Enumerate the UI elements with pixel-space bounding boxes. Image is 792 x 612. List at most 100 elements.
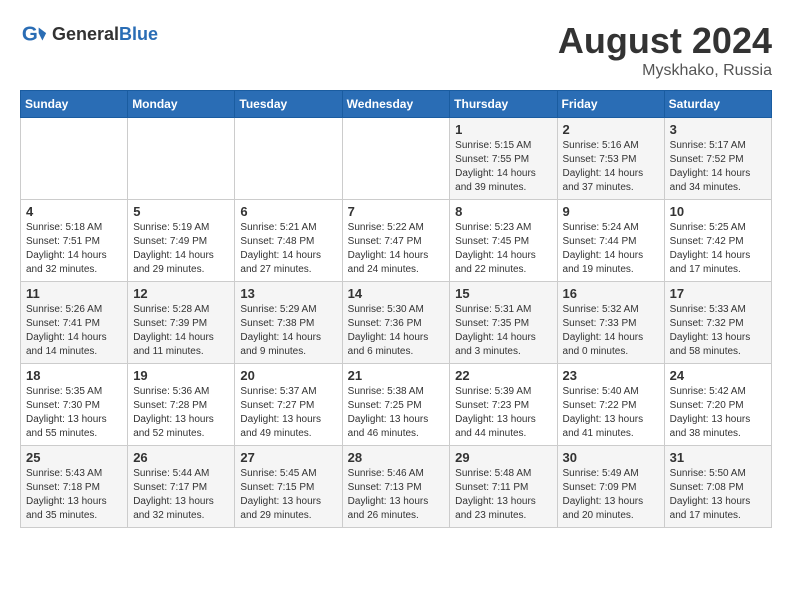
- calendar-cell: [235, 118, 342, 200]
- logo-text-blue: Blue: [119, 24, 158, 44]
- calendar-week-3: 11 Sunrise: 5:26 AM Sunset: 7:41 PM Dayli…: [21, 282, 772, 364]
- day-info: Sunrise: 5:43 AM Sunset: 7:18 PM Dayligh…: [26, 467, 122, 523]
- calendar-cell: 24 Sunrise: 5:42 AM Sunset: 7:20 PM Dayli…: [664, 364, 771, 446]
- calendar-cell: [21, 118, 128, 200]
- calendar-cell: 27Sunrise: 5:45 AM Sunset: 7:15 PM Dayli…: [235, 446, 342, 528]
- calendar-cell: 31 Sunrise: 5:50 AM Sunset: 7:08 PM Dayli…: [664, 446, 771, 528]
- day-info: Sunrise: 5:36 AM Sunset: 7:28 PM Dayligh…: [133, 385, 229, 441]
- calendar-cell: 2 Sunrise: 5:16 AM Sunset: 7:53 PM Daylig…: [557, 118, 664, 200]
- day-number: 12: [133, 286, 229, 301]
- calendar-cell: 6 Sunrise: 5:21 AM Sunset: 7:48 PM Daylig…: [235, 200, 342, 282]
- day-number: 10: [670, 204, 766, 219]
- calendar-cell: 8Sunrise: 5:23 AM Sunset: 7:45 PM Daylig…: [450, 200, 557, 282]
- day-info: Sunrise: 5:15 AM Sunset: 7:55 PM Dayligh…: [455, 139, 551, 195]
- calendar-week-4: 18 Sunrise: 5:35 AM Sunset: 7:30 PM Dayli…: [21, 364, 772, 446]
- day-number: 31: [670, 450, 766, 465]
- day-number: 6: [240, 204, 336, 219]
- day-number: 2: [563, 122, 659, 137]
- calendar-cell: 23Sunrise: 5:40 AM Sunset: 7:22 PM Dayli…: [557, 364, 664, 446]
- calendar-cell: 29 Sunrise: 5:48 AM Sunset: 7:11 PM Dayli…: [450, 446, 557, 528]
- day-number: 29: [455, 450, 551, 465]
- weekday-header-monday: Monday: [128, 91, 235, 118]
- calendar-cell: 19 Sunrise: 5:36 AM Sunset: 7:28 PM Dayli…: [128, 364, 235, 446]
- page-header: G GeneralBlue August 2024 Myskhako, Russ…: [20, 20, 772, 80]
- day-number: 20: [240, 368, 336, 383]
- day-number: 5: [133, 204, 229, 219]
- day-info: Sunrise: 5:48 AM Sunset: 7:11 PM Dayligh…: [455, 467, 551, 523]
- logo-icon: G: [20, 20, 48, 48]
- title-block: August 2024 Myskhako, Russia: [558, 20, 772, 80]
- day-info: Sunrise: 5:28 AM Sunset: 7:39 PM Dayligh…: [133, 303, 229, 359]
- title-month: August 2024: [558, 20, 772, 62]
- calendar-cell: 5 Sunrise: 5:19 AM Sunset: 7:49 PM Daylig…: [128, 200, 235, 282]
- day-info: Sunrise: 5:23 AM Sunset: 7:45 PM Dayligh…: [455, 221, 551, 277]
- day-number: 24: [670, 368, 766, 383]
- day-info: Sunrise: 5:19 AM Sunset: 7:49 PM Dayligh…: [133, 221, 229, 277]
- calendar-cell: 18 Sunrise: 5:35 AM Sunset: 7:30 PM Dayli…: [21, 364, 128, 446]
- logo: G GeneralBlue: [20, 20, 158, 48]
- day-number: 21: [348, 368, 445, 383]
- day-number: 15: [455, 286, 551, 301]
- day-info: Sunrise: 5:24 AM Sunset: 7:44 PM Dayligh…: [563, 221, 659, 277]
- calendar-cell: 7 Sunrise: 5:22 AM Sunset: 7:47 PM Daylig…: [342, 200, 450, 282]
- weekday-header-tuesday: Tuesday: [235, 91, 342, 118]
- day-info: Sunrise: 5:31 AM Sunset: 7:35 PM Dayligh…: [455, 303, 551, 359]
- calendar-cell: 15 Sunrise: 5:31 AM Sunset: 7:35 PM Dayli…: [450, 282, 557, 364]
- weekday-header-row: SundayMondayTuesdayWednesdayThursdayFrid…: [21, 91, 772, 118]
- day-number: 30: [563, 450, 659, 465]
- day-number: 1: [455, 122, 551, 137]
- day-info: Sunrise: 5:37 AM Sunset: 7:27 PM Dayligh…: [240, 385, 336, 441]
- day-number: 3: [670, 122, 766, 137]
- day-number: 22: [455, 368, 551, 383]
- day-number: 28: [348, 450, 445, 465]
- day-info: Sunrise: 5:39 AM Sunset: 7:23 PM Dayligh…: [455, 385, 551, 441]
- day-info: Sunrise: 5:25 AM Sunset: 7:42 PM Dayligh…: [670, 221, 766, 277]
- calendar-cell: 1 Sunrise: 5:15 AM Sunset: 7:55 PM Daylig…: [450, 118, 557, 200]
- day-number: 25: [26, 450, 122, 465]
- title-location: Myskhako, Russia: [558, 62, 772, 80]
- day-number: 27: [240, 450, 336, 465]
- calendar-cell: 10 Sunrise: 5:25 AM Sunset: 7:42 PM Dayli…: [664, 200, 771, 282]
- day-number: 13: [240, 286, 336, 301]
- calendar-week-1: 1 Sunrise: 5:15 AM Sunset: 7:55 PM Daylig…: [21, 118, 772, 200]
- day-number: 11: [26, 286, 122, 301]
- calendar-cell: 3Sunrise: 5:17 AM Sunset: 7:52 PM Daylig…: [664, 118, 771, 200]
- day-info: Sunrise: 5:16 AM Sunset: 7:53 PM Dayligh…: [563, 139, 659, 195]
- day-number: 19: [133, 368, 229, 383]
- calendar-cell: 28Sunrise: 5:46 AM Sunset: 7:13 PM Dayli…: [342, 446, 450, 528]
- day-number: 16: [563, 286, 659, 301]
- calendar-week-5: 25 Sunrise: 5:43 AM Sunset: 7:18 PM Dayli…: [21, 446, 772, 528]
- calendar-cell: 21 Sunrise: 5:38 AM Sunset: 7:25 PM Dayli…: [342, 364, 450, 446]
- calendar-cell: 16 Sunrise: 5:32 AM Sunset: 7:33 PM Dayli…: [557, 282, 664, 364]
- calendar-cell: [128, 118, 235, 200]
- day-info: Sunrise: 5:44 AM Sunset: 7:17 PM Dayligh…: [133, 467, 229, 523]
- day-info: Sunrise: 5:50 AM Sunset: 7:08 PM Dayligh…: [670, 467, 766, 523]
- calendar-cell: 13Sunrise: 5:29 AM Sunset: 7:38 PM Dayli…: [235, 282, 342, 364]
- day-info: Sunrise: 5:22 AM Sunset: 7:47 PM Dayligh…: [348, 221, 445, 277]
- calendar-table: SundayMondayTuesdayWednesdayThursdayFrid…: [20, 90, 772, 528]
- calendar-cell: 14Sunrise: 5:30 AM Sunset: 7:36 PM Dayli…: [342, 282, 450, 364]
- day-info: Sunrise: 5:26 AM Sunset: 7:41 PM Dayligh…: [26, 303, 122, 359]
- weekday-header-sunday: Sunday: [21, 91, 128, 118]
- calendar-cell: [342, 118, 450, 200]
- day-number: 9: [563, 204, 659, 219]
- day-number: 7: [348, 204, 445, 219]
- logo-text-general: General: [52, 24, 119, 44]
- calendar-cell: 17 Sunrise: 5:33 AM Sunset: 7:32 PM Dayli…: [664, 282, 771, 364]
- day-number: 26: [133, 450, 229, 465]
- day-info: Sunrise: 5:21 AM Sunset: 7:48 PM Dayligh…: [240, 221, 336, 277]
- day-number: 17: [670, 286, 766, 301]
- calendar-cell: 26 Sunrise: 5:44 AM Sunset: 7:17 PM Dayli…: [128, 446, 235, 528]
- day-info: Sunrise: 5:42 AM Sunset: 7:20 PM Dayligh…: [670, 385, 766, 441]
- day-info: Sunrise: 5:32 AM Sunset: 7:33 PM Dayligh…: [563, 303, 659, 359]
- day-number: 23: [563, 368, 659, 383]
- day-info: Sunrise: 5:35 AM Sunset: 7:30 PM Dayligh…: [26, 385, 122, 441]
- day-info: Sunrise: 5:30 AM Sunset: 7:36 PM Dayligh…: [348, 303, 445, 359]
- day-number: 18: [26, 368, 122, 383]
- day-info: Sunrise: 5:38 AM Sunset: 7:25 PM Dayligh…: [348, 385, 445, 441]
- day-info: Sunrise: 5:33 AM Sunset: 7:32 PM Dayligh…: [670, 303, 766, 359]
- svg-text:G: G: [22, 23, 38, 46]
- calendar-cell: 25 Sunrise: 5:43 AM Sunset: 7:18 PM Dayli…: [21, 446, 128, 528]
- calendar-cell: 11 Sunrise: 5:26 AM Sunset: 7:41 PM Dayli…: [21, 282, 128, 364]
- weekday-header-friday: Friday: [557, 91, 664, 118]
